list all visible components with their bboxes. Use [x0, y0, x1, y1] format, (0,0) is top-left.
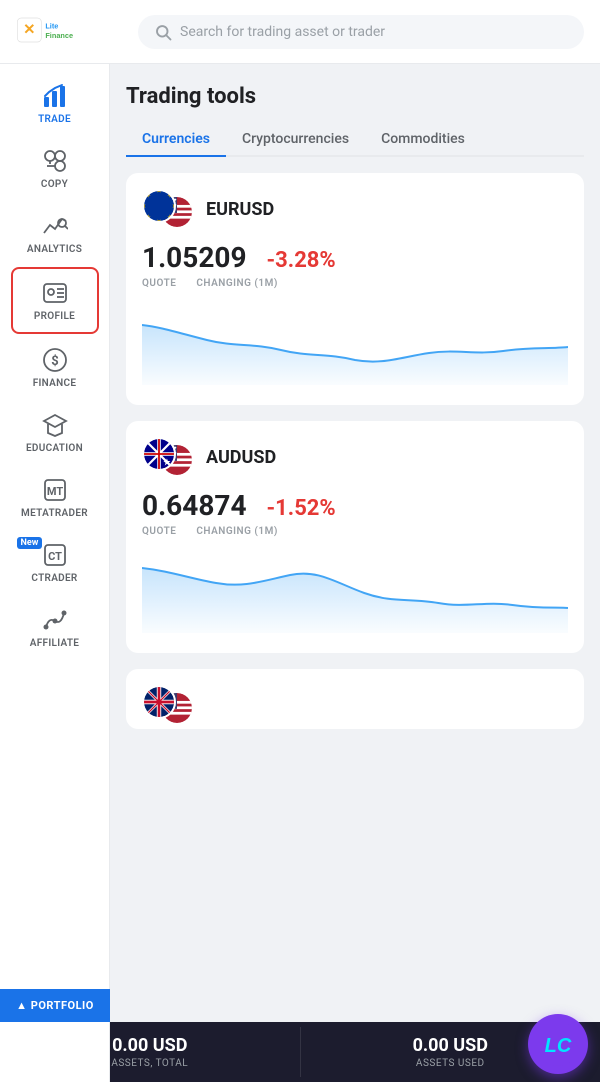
- audusd-labels: QUOTE CHANGING (1M): [142, 526, 568, 537]
- lc-logo-icon: LC: [536, 1022, 580, 1066]
- eurusd-change-label: CHANGING (1M): [196, 278, 277, 289]
- sidebar-item-education[interactable]: EDUCATION: [11, 401, 99, 464]
- audusd-pair-name: AUDUSD: [206, 447, 276, 468]
- eurusd-quote-value: 1.05209: [142, 241, 247, 274]
- search-placeholder: Search for trading asset or trader: [180, 24, 385, 40]
- sidebar-item-finance[interactable]: $ FINANCE: [11, 336, 99, 399]
- page-title: Trading tools: [126, 84, 584, 109]
- audusd-change-label: CHANGING (1M): [196, 526, 277, 537]
- sidebar-item-copy[interactable]: COPY: [11, 137, 99, 200]
- svg-text:CT: CT: [48, 550, 62, 563]
- flag-pair-gbpusd: [142, 685, 194, 725]
- search-bar[interactable]: Search for trading asset or trader: [138, 15, 584, 49]
- eu-flag-icon: [142, 189, 176, 223]
- copy-icon: [41, 147, 69, 175]
- ctrader-label: CTRADER: [31, 573, 77, 584]
- eurusd-labels: QUOTE CHANGING (1M): [142, 278, 568, 289]
- sidebar-item-ctrader[interactable]: New CT CTRADER: [11, 531, 99, 594]
- trading-card-audusd[interactable]: AUDUSD 0.64874 -1.52% QUOTE CHANGING (1M…: [126, 421, 584, 653]
- audusd-quote-row: 0.64874 -1.52%: [142, 489, 568, 522]
- eurusd-change-value: -3.28%: [267, 248, 336, 273]
- flag-pair-eurusd: [142, 189, 194, 229]
- assets-used-label: ASSETS USED: [416, 1058, 485, 1069]
- copy-label: COPY: [41, 179, 68, 190]
- tab-currencies[interactable]: Currencies: [126, 123, 226, 157]
- analytics-label: ANALYTICS: [27, 244, 82, 255]
- assets-used-amount: 0.00 USD: [413, 1035, 488, 1056]
- eurusd-quote-label: QUOTE: [142, 278, 176, 289]
- card-header-eurusd: EURUSD: [142, 189, 568, 229]
- sidebar: TRADE COPY: [0, 64, 110, 1082]
- finance-icon: $: [41, 346, 69, 374]
- tab-commodities[interactable]: Commodities: [365, 123, 481, 157]
- tab-cryptocurrencies[interactable]: Cryptocurrencies: [226, 123, 365, 157]
- tabs: Currencies Cryptocurrencies Commodities: [126, 123, 584, 157]
- metatrader-label: METATRADER: [21, 508, 88, 519]
- affiliate-icon: [41, 606, 69, 634]
- logo-area: ✕ Lite Finance: [16, 12, 126, 52]
- main-layout: TRADE COPY: [0, 64, 600, 1082]
- chart-bar-icon: [41, 82, 69, 110]
- eurusd-pair-name: EURUSD: [206, 199, 274, 220]
- sidebar-item-affiliate[interactable]: AFFILIATE: [11, 596, 99, 659]
- audusd-quote-label: QUOTE: [142, 526, 176, 537]
- svg-text:✕: ✕: [23, 22, 35, 38]
- finance-label: FINANCE: [33, 378, 77, 389]
- sidebar-item-metatrader[interactable]: MT METATRADER: [11, 466, 99, 529]
- flag-pair-audusd: [142, 437, 194, 477]
- sidebar-item-profile[interactable]: PROFILE: [11, 267, 99, 334]
- svg-text:LC: LC: [545, 1035, 572, 1057]
- trading-card-gbpusd[interactable]: [126, 669, 584, 729]
- new-badge: New: [17, 537, 43, 549]
- analytics-icon: [41, 212, 69, 240]
- audusd-chart: [142, 553, 568, 633]
- card-header-gbpusd: [142, 685, 568, 725]
- audusd-quote-value: 0.64874: [142, 489, 247, 522]
- metatrader-icon: MT: [41, 476, 69, 504]
- education-icon: [41, 411, 69, 439]
- au-flag-icon: [142, 437, 176, 471]
- portfolio-bar[interactable]: ▲ PORTFOLIO: [0, 989, 110, 1022]
- audusd-change-value: -1.52%: [267, 496, 336, 521]
- assets-total-amount: 0.00 USD: [112, 1035, 187, 1056]
- svg-text:Lite: Lite: [45, 21, 58, 30]
- header: ✕ Lite Finance Search for trading asset …: [0, 0, 600, 64]
- card-header-audusd: AUDUSD: [142, 437, 568, 477]
- trading-card-eurusd[interactable]: EURUSD 1.05209 -3.28% QUOTE CHANGING (1M…: [126, 173, 584, 405]
- search-icon: [154, 23, 172, 41]
- sidebar-item-trade[interactable]: TRADE: [11, 72, 99, 135]
- ctrader-icon: CT: [41, 541, 69, 569]
- affiliate-label: AFFILIATE: [30, 638, 79, 649]
- svg-text:$: $: [51, 354, 58, 369]
- svg-text:MT: MT: [46, 485, 62, 498]
- lc-chat-button[interactable]: LC: [528, 1014, 588, 1074]
- svg-text:Finance: Finance: [45, 31, 73, 40]
- eurusd-quote-row: 1.05209 -3.28%: [142, 241, 568, 274]
- gb-flag-icon: [142, 685, 176, 719]
- portfolio-label: ▲ PORTFOLIO: [16, 999, 94, 1012]
- content-area: Trading tools Currencies Cryptocurrencie…: [110, 64, 600, 1082]
- trade-label: TRADE: [38, 114, 71, 125]
- profile-label: PROFILE: [34, 311, 75, 322]
- profile-icon: [41, 279, 69, 307]
- sidebar-item-analytics[interactable]: ANALYTICS: [11, 202, 99, 265]
- eurusd-chart: [142, 305, 568, 385]
- logo-icon: ✕ Lite Finance: [16, 12, 96, 52]
- assets-total-label: ASSETS, TOTAL: [111, 1058, 188, 1069]
- education-label: EDUCATION: [26, 443, 83, 454]
